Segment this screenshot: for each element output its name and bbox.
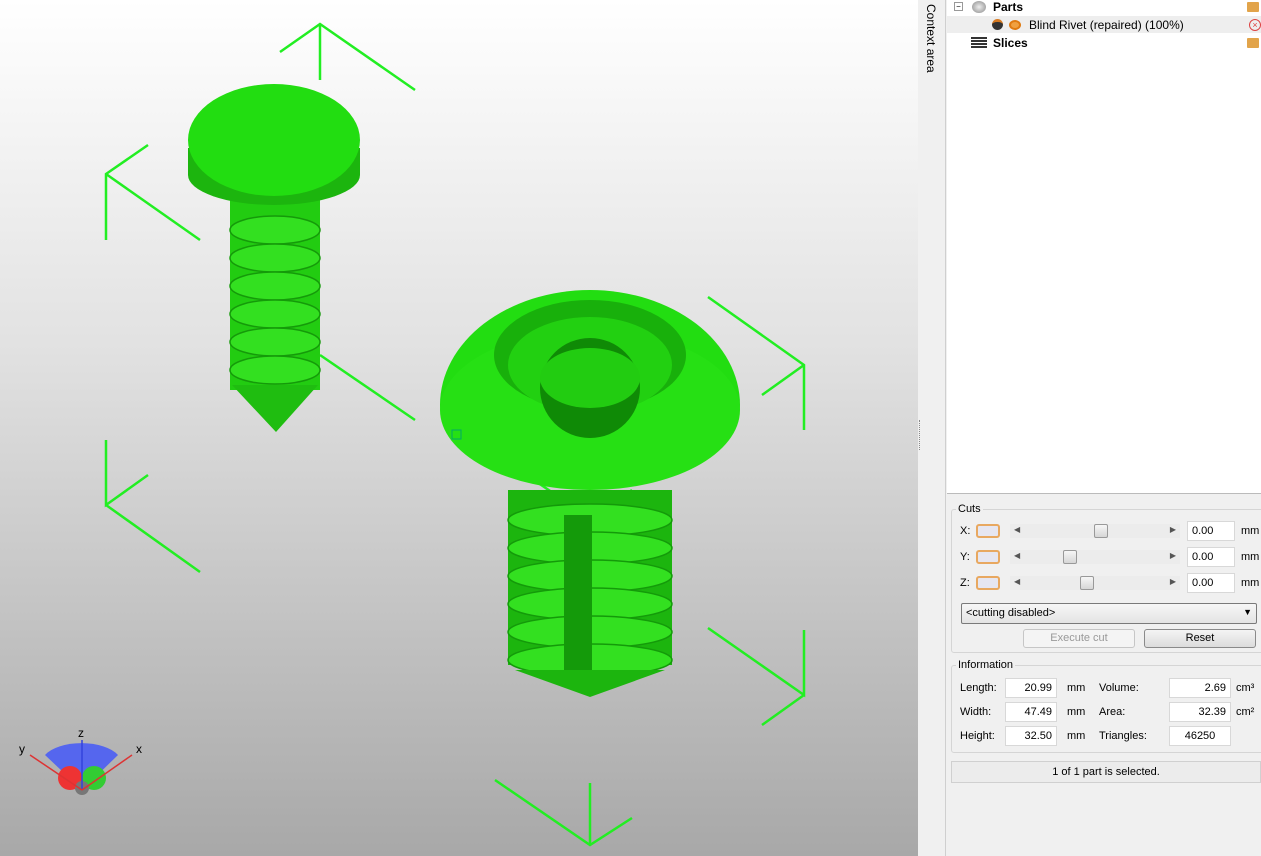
arrow-right-icon[interactable]: ▶: [1170, 525, 1176, 534]
height-value: 32.50: [1005, 726, 1057, 746]
length-unit: mm: [1067, 682, 1086, 694]
part-material-icon: [992, 19, 1003, 30]
arrow-left-icon[interactable]: ◀: [1014, 525, 1020, 534]
parts-icon: [972, 0, 986, 13]
chevron-down-icon: ▼: [1243, 607, 1252, 617]
folder-icon[interactable]: [1247, 1, 1259, 12]
width-label: Width:: [960, 706, 992, 718]
cut-slider[interactable]: ◀ ▶: [1010, 576, 1180, 590]
cut-axis-toggle[interactable]: [976, 550, 1000, 564]
part-name: Blind Rivet (repaired) (100%): [1029, 17, 1184, 32]
eye-icon[interactable]: [1009, 19, 1021, 30]
area-value: 32.39: [1169, 702, 1231, 722]
height-unit: mm: [1067, 730, 1086, 742]
axis-y-label: y: [19, 742, 25, 756]
height-label: Height:: [960, 730, 995, 742]
cut-slider[interactable]: ◀ ▶: [1010, 524, 1180, 538]
volume-label: Volume:: [1099, 682, 1139, 694]
screw-model: [188, 84, 360, 432]
axis-z-label: z: [78, 726, 84, 740]
length-value: 20.99: [1005, 678, 1057, 698]
cut-value-input[interactable]: 0.00: [1187, 521, 1235, 541]
arrow-right-icon[interactable]: ▶: [1170, 577, 1176, 586]
splitter-handle[interactable]: [919, 420, 922, 450]
information-title: Information: [958, 659, 1014, 671]
axis-x-label: x: [136, 742, 142, 756]
cut-axis-label: Y:: [960, 551, 970, 563]
area-unit: cm²: [1236, 706, 1255, 718]
arrow-left-icon[interactable]: ◀: [1014, 551, 1020, 560]
folder-icon[interactable]: [1247, 37, 1259, 48]
cut-mode-select[interactable]: <cutting disabled> ▼: [961, 603, 1257, 624]
slider-thumb[interactable]: [1063, 550, 1077, 564]
arrow-left-icon[interactable]: ◀: [1014, 577, 1020, 586]
selection-status: 1 of 1 part is selected.: [951, 761, 1261, 783]
properties-panel: Cuts <cutting disabled> ▼ Execute cut Res…: [947, 495, 1261, 856]
scene: z y x: [19, 22, 806, 847]
object-tree[interactable]: − Parts Blind Rivet (repaired) (100%) × …: [947, 0, 1261, 494]
cut-unit: mm: [1241, 551, 1260, 563]
tree-item-parts[interactable]: − Parts: [947, 0, 1261, 15]
volume-value: 2.69: [1169, 678, 1231, 698]
volume-unit: cm³: [1236, 682, 1255, 694]
rivet-model: [440, 290, 740, 697]
tree-item-slices[interactable]: Slices: [947, 34, 1261, 51]
execute-cut-button[interactable]: Execute cut: [1023, 629, 1135, 648]
slices-label: Slices: [993, 35, 1028, 50]
collapse-toggle[interactable]: −: [954, 2, 963, 11]
axis-gizmo: z y x: [19, 726, 142, 795]
cut-unit: mm: [1241, 577, 1260, 589]
area-label: Area:: [1099, 706, 1126, 718]
cut-value-input[interactable]: 0.00: [1187, 573, 1235, 593]
arrow-right-icon[interactable]: ▶: [1170, 551, 1176, 560]
reset-button[interactable]: Reset: [1144, 629, 1256, 648]
cut-axis-label: Z:: [960, 577, 970, 589]
cut-value-input[interactable]: 0.00: [1187, 547, 1235, 567]
cut-mode-value: <cutting disabled>: [966, 607, 1056, 619]
cut-slider[interactable]: ◀ ▶: [1010, 550, 1180, 564]
parts-label: Parts: [993, 0, 1024, 14]
cut-axis-toggle[interactable]: [976, 576, 1000, 590]
cut-axis-label: X:: [960, 525, 971, 537]
context-area-strip[interactable]: [918, 0, 946, 856]
triangles-value: 46250: [1169, 726, 1231, 746]
slider-thumb[interactable]: [1094, 524, 1108, 538]
width-value: 47.49: [1005, 702, 1057, 722]
cut-unit: mm: [1241, 525, 1260, 537]
tree-item-part[interactable]: Blind Rivet (repaired) (100%) ×: [947, 16, 1261, 33]
cuts-title: Cuts: [958, 503, 981, 515]
3d-viewport[interactable]: z y x: [0, 0, 918, 856]
triangles-label: Triangles:: [1099, 730, 1147, 742]
slider-thumb[interactable]: [1080, 576, 1094, 590]
width-unit: mm: [1067, 706, 1086, 718]
slices-icon: [971, 36, 987, 49]
length-label: Length:: [960, 682, 997, 694]
remove-part-icon[interactable]: ×: [1249, 18, 1261, 31]
cut-axis-toggle[interactable]: [976, 524, 1000, 538]
context-area-label: Context area: [924, 4, 938, 73]
